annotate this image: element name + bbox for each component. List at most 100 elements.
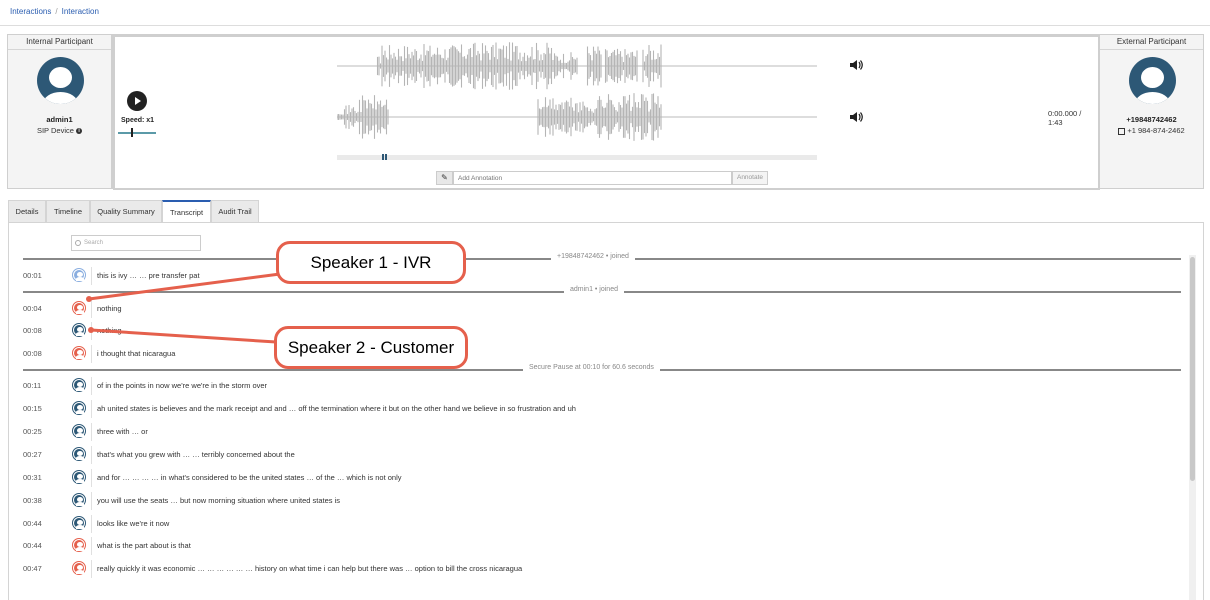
tab-details[interactable]: Details	[8, 200, 46, 223]
external-participant-panel: External Participant +19848742462 +1 984…	[1099, 34, 1204, 189]
row-text: you will use the seats … but now morning…	[97, 496, 341, 505]
tab-quality-summary[interactable]: Quality Summary	[90, 200, 162, 223]
annotation-input[interactable]	[453, 171, 732, 185]
transcript-row[interactable]: 00:04 nothing	[23, 300, 1183, 318]
transcript-row[interactable]: 00:44 what is the part about is that	[23, 537, 1183, 555]
speaker-customer-icon	[72, 424, 86, 438]
row-timestamp[interactable]: 00:15	[23, 404, 63, 413]
row-timestamp[interactable]: 00:31	[23, 473, 63, 482]
transcript-row[interactable]: 00:38 you will use the seats … but now mo…	[23, 492, 1183, 510]
time-readout: 0:00.000 / 1:43	[1048, 109, 1082, 127]
event-label: Secure Pause at 00:10 for 60.6 seconds	[523, 364, 660, 371]
speaker-customer-icon	[72, 401, 86, 415]
breadcrumb-interaction-link[interactable]: Interaction	[62, 7, 99, 16]
internal-participant-name: admin1	[46, 115, 73, 124]
external-avatar	[1129, 57, 1176, 104]
row-text: ah united states is believes and the mar…	[97, 404, 576, 413]
speaker-customer-icon	[72, 323, 86, 337]
row-timestamp[interactable]: 00:11	[23, 381, 63, 390]
internal-avatar	[37, 57, 84, 104]
row-timestamp[interactable]: 00:38	[23, 496, 63, 505]
event-divider: +19848742462 • joined	[23, 253, 1181, 263]
row-text: three with … or	[97, 427, 148, 436]
search-input[interactable]: Search	[71, 235, 201, 251]
row-timestamp[interactable]: 00:44	[23, 519, 63, 528]
callout-speaker-1: Speaker 1 - IVR	[276, 241, 466, 284]
search-icon	[75, 240, 81, 246]
formatted-number: +1 984-874-2462	[1127, 126, 1185, 135]
event-label: admin1 • joined	[564, 286, 624, 293]
scrollbar[interactable]	[1189, 255, 1196, 600]
external-participant-formatted: +1 984-874-2462	[1100, 126, 1203, 135]
row-text: this is ivy … … pre transfer pat	[97, 271, 200, 280]
row-text: nothing	[97, 304, 122, 313]
device-label: SIP Device	[36, 126, 74, 135]
transcript-row[interactable]: 00:44 looks like we're it now	[23, 515, 1183, 533]
speed-label: Speed: x1	[121, 117, 155, 124]
speaker-agent-icon	[72, 561, 86, 575]
volume-icon[interactable]	[849, 59, 863, 71]
row-text: of in the points in now we're we're in t…	[97, 381, 268, 390]
speed-slider-handle[interactable]	[131, 128, 133, 137]
transcript-row[interactable]: 00:01 this is ivy … … pre transfer pat	[23, 267, 1183, 285]
tab-timeline[interactable]: Timeline	[46, 200, 90, 223]
speaker-agent-icon	[72, 301, 86, 315]
waveform-channel-2[interactable]	[337, 92, 817, 142]
speaker-agent-icon	[72, 538, 86, 552]
annotate-button[interactable]: Annotate	[732, 171, 768, 185]
row-timestamp[interactable]: 00:01	[23, 271, 63, 280]
copy-icon[interactable]	[1118, 127, 1126, 135]
audio-player: Speed: x1 0:00.000 / 1:43 ✎ Annotate	[112, 34, 1100, 190]
row-timestamp[interactable]: 00:27	[23, 450, 63, 459]
event-divider: admin1 • joined	[23, 286, 1181, 296]
row-timestamp[interactable]: 00:08	[23, 349, 63, 358]
breadcrumb-interactions-link[interactable]: Interactions	[10, 7, 51, 16]
row-text: and for … … … … in what's considered to …	[97, 473, 402, 482]
speaker-customer-icon	[72, 378, 86, 392]
waveform-channel-1[interactable]	[337, 41, 817, 91]
event-label: +19848742462 • joined	[551, 253, 635, 260]
transcript-row[interactable]: 00:15 ah united states is believes and th…	[23, 400, 1183, 418]
row-text: nothing	[97, 326, 122, 335]
row-text: really quickly it was economic … … … … ……	[97, 564, 523, 573]
volume-icon[interactable]	[849, 111, 863, 123]
transcript-row[interactable]: 00:11 of in the points in now we're we're…	[23, 377, 1183, 395]
transcript-row[interactable]: 00:08 nothing	[23, 322, 1183, 340]
breadcrumb: Interactions / Interaction	[10, 7, 99, 16]
tab-transcript[interactable]: Transcript	[162, 200, 211, 223]
transcript-row[interactable]: 00:08 i thought that nicaragua	[23, 345, 1183, 363]
tab-audit-trail[interactable]: Audit Trail	[211, 200, 259, 223]
speaker-customer-icon	[72, 470, 86, 484]
playback-scrubber[interactable]	[337, 154, 817, 160]
info-icon[interactable]: i	[76, 128, 83, 135]
row-timestamp[interactable]: 00:44	[23, 541, 63, 550]
play-button[interactable]	[127, 91, 147, 111]
pause-marker-icon	[382, 154, 387, 160]
row-text: i thought that nicaragua	[97, 349, 176, 358]
row-timestamp[interactable]: 00:47	[23, 564, 63, 573]
transcript-row[interactable]: 00:27 that's what you grew with … … terri…	[23, 446, 1183, 464]
scrollbar-thumb[interactable]	[1190, 257, 1195, 481]
speaker-agent-icon	[72, 346, 86, 360]
row-timestamp[interactable]: 00:25	[23, 427, 63, 436]
transcript-panel: Search +19848742462 • joined admin1 • jo…	[8, 222, 1204, 600]
search-placeholder: Search	[84, 240, 104, 246]
external-participant-number: +19848742462	[1126, 115, 1177, 124]
transcript-row[interactable]: 00:47 really quickly it was economic … … …	[23, 560, 1183, 578]
speaker-ivr-icon	[72, 268, 86, 282]
speed-slider[interactable]	[118, 132, 156, 134]
transcript-row[interactable]: 00:25 three with … or	[23, 423, 1183, 441]
speaker-customer-icon	[72, 516, 86, 530]
row-timestamp[interactable]: 00:04	[23, 304, 63, 313]
breadcrumb-separator: /	[55, 7, 58, 16]
row-text: looks like we're it now	[97, 519, 170, 528]
row-text: that's what you grew with … … terribly c…	[97, 450, 295, 459]
event-divider: Secure Pause at 00:10 for 60.6 seconds	[23, 364, 1181, 374]
speaker-customer-icon	[72, 447, 86, 461]
row-timestamp[interactable]: 00:08	[23, 326, 63, 335]
speaker-customer-icon	[72, 493, 86, 507]
transcript-row[interactable]: 00:31 and for … … … … in what's considere…	[23, 469, 1183, 487]
header-divider	[0, 25, 1210, 26]
pencil-icon: ✎	[436, 171, 453, 185]
internal-participant-device: SIP Device i	[8, 126, 111, 135]
